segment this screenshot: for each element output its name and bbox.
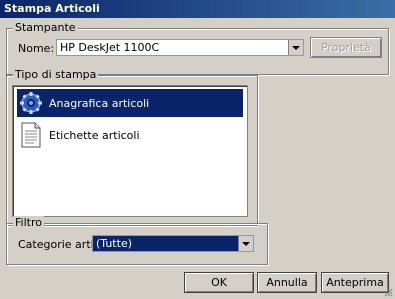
- print-type-legend: Tipo di stampa: [13, 68, 99, 81]
- list-item-etichette[interactable]: Etichette articoli: [17, 121, 243, 149]
- printer-select[interactable]: HP DeskJet 1100C: [56, 39, 304, 56]
- print-type-list[interactable]: Anagrafica articoli Etichette articoli: [12, 85, 248, 217]
- title-bar: Stampa Articoli: [0, 0, 395, 18]
- print-dialog: Stampante Nome: HP DeskJet 1100C Proprie…: [0, 18, 395, 299]
- window-title: Stampa Articoli: [4, 2, 100, 15]
- resize-grip-icon[interactable]: [383, 287, 393, 297]
- printer-group-legend: Stampante: [13, 21, 78, 34]
- list-item-anagrafica[interactable]: Anagrafica articoli: [17, 89, 243, 117]
- category-select[interactable]: (Tutte): [92, 235, 254, 252]
- chevron-down-icon[interactable]: [238, 236, 253, 251]
- printer-select-value: HP DeskJet 1100C: [60, 41, 160, 54]
- category-select-value: (Tutte): [96, 237, 132, 250]
- list-item-label: Anagrafica articoli: [49, 96, 150, 110]
- ok-button[interactable]: OK: [184, 272, 254, 293]
- gear-icon: [17, 89, 45, 117]
- filter-legend: Filtro: [13, 216, 44, 229]
- cancel-button[interactable]: Annulla: [257, 272, 317, 293]
- printer-name-label: Nome:: [18, 42, 55, 55]
- list-item-label: Etichette articoli: [49, 128, 140, 142]
- properties-button[interactable]: Proprietà: [310, 37, 382, 58]
- chevron-down-icon[interactable]: [288, 40, 303, 55]
- preview-button[interactable]: Anteprima: [321, 272, 389, 293]
- document-icon: [17, 121, 45, 149]
